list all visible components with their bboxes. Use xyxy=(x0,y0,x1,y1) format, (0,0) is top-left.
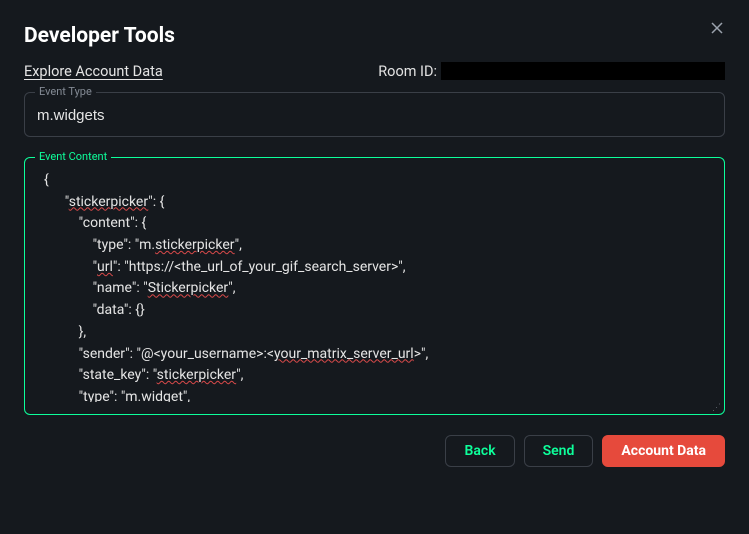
back-button[interactable]: Back xyxy=(445,435,514,467)
page-title: Developer Tools xyxy=(24,24,175,48)
event-content-fieldset: Event Content { "stickerpicker": { "cont… xyxy=(24,157,725,415)
room-id-label: Room ID: xyxy=(378,63,437,80)
event-type-legend: Event Type xyxy=(35,85,96,98)
button-row: Back Send Account Data xyxy=(24,435,725,467)
room-id-value xyxy=(441,62,725,80)
close-button[interactable] xyxy=(709,20,725,39)
explore-account-data-link[interactable]: Explore Account Data xyxy=(24,63,163,80)
resize-handle-icon[interactable]: ⋰ xyxy=(712,406,721,411)
close-icon xyxy=(709,20,725,36)
account-data-button[interactable]: Account Data xyxy=(602,435,725,467)
event-type-fieldset: Event Type xyxy=(24,92,725,137)
event-content-legend: Event Content xyxy=(35,150,111,163)
event-content-textarea[interactable]: { "stickerpicker": { "content": { "type"… xyxy=(37,170,712,402)
event-type-input[interactable] xyxy=(37,107,712,124)
room-id-group: Room ID: xyxy=(378,62,725,80)
send-button[interactable]: Send xyxy=(524,435,594,467)
